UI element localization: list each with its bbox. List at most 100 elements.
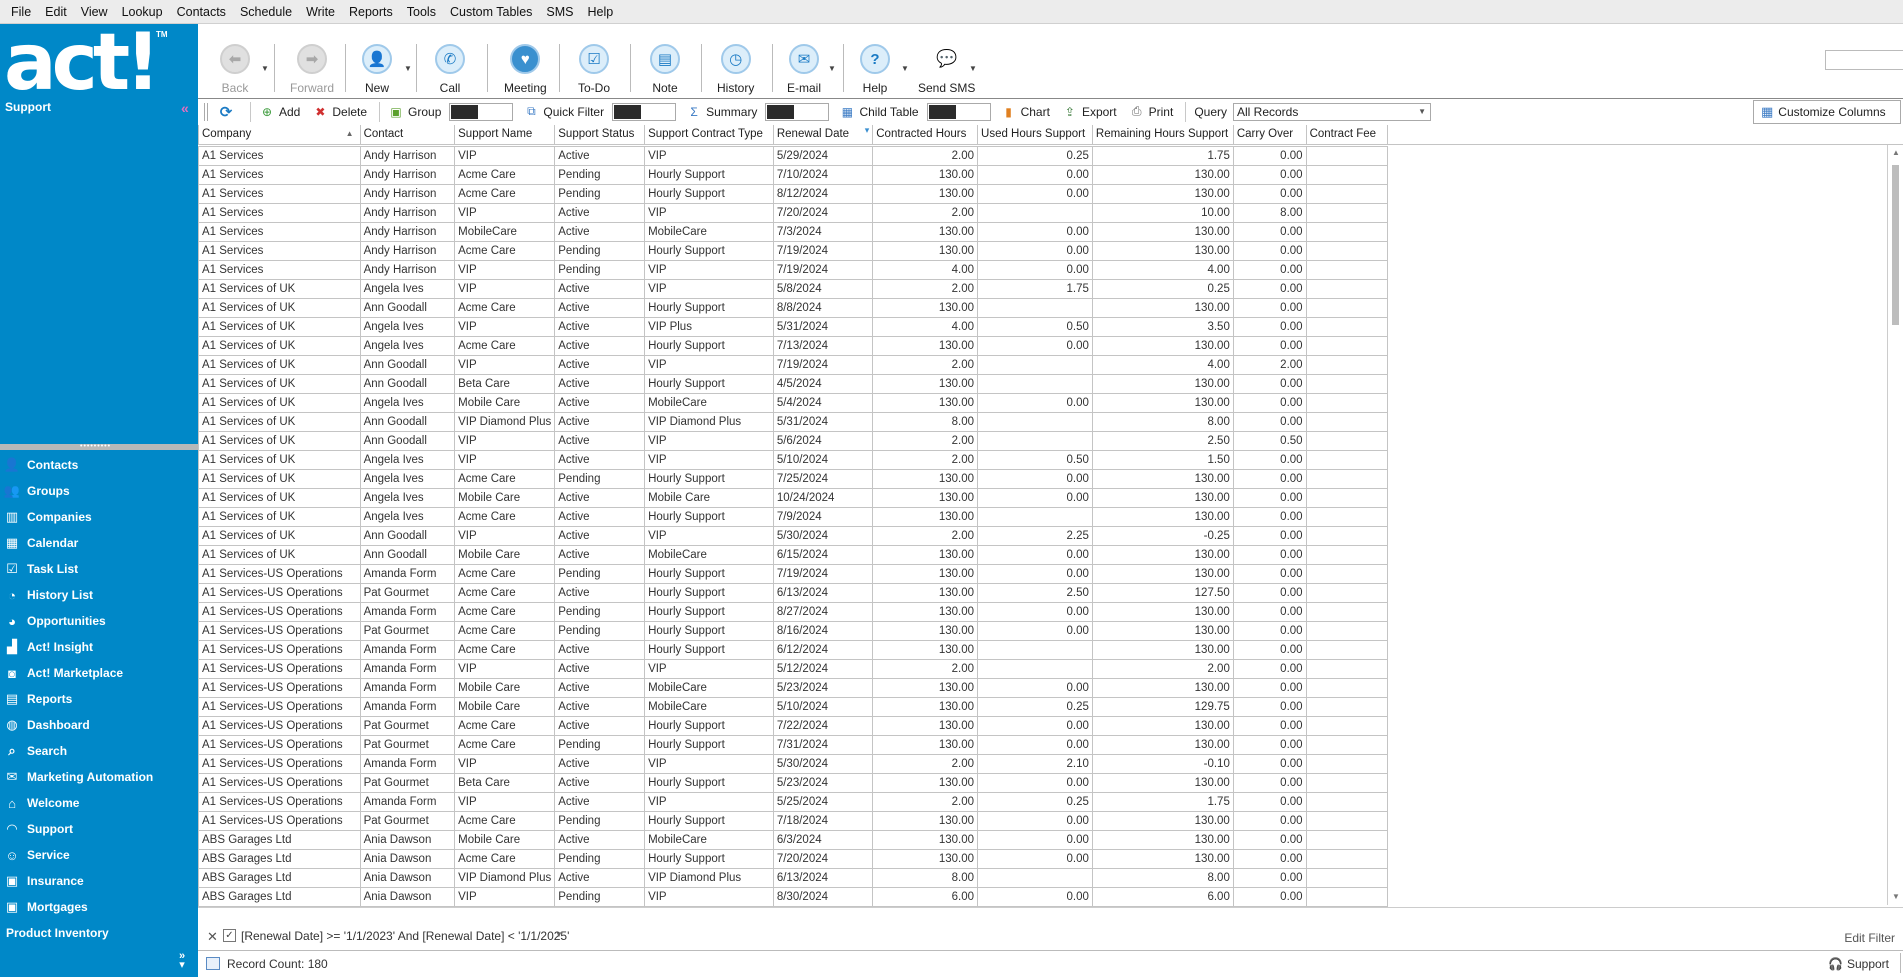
cell-contact[interactable]: Ann Goodall xyxy=(359,544,456,565)
cell-used-hours-support[interactable]: 0.00 xyxy=(977,183,1093,204)
cell-contracted-hours[interactable]: 130.00 xyxy=(872,601,979,622)
table-row[interactable]: A1 Services Andy Harrison Acme Care Pending… xyxy=(198,240,1903,261)
cell-support-contract-type[interactable]: VIP xyxy=(644,791,774,812)
cell-used-hours-support[interactable]: 0.00 xyxy=(977,240,1093,261)
cell-remaining-hours-support[interactable]: 4.00 xyxy=(1091,354,1234,375)
cell-used-hours-support[interactable] xyxy=(977,373,1093,394)
cell-contracted-hours[interactable]: 2.00 xyxy=(872,145,979,166)
cell-contract-fee[interactable] xyxy=(1305,753,1389,774)
cell-contracted-hours[interactable]: 130.00 xyxy=(872,240,979,261)
cell-support-name[interactable]: VIP xyxy=(454,753,556,774)
cell-contracted-hours[interactable]: 2.00 xyxy=(872,430,979,451)
cell-support-status[interactable]: Active xyxy=(554,278,646,299)
cell-support-contract-type[interactable]: Hourly Support xyxy=(644,506,774,527)
cell-contact[interactable]: Amanda Form xyxy=(359,791,456,812)
cell-remaining-hours-support[interactable]: 130.00 xyxy=(1091,810,1234,831)
cell-contract-fee[interactable] xyxy=(1305,696,1389,717)
cell-remaining-hours-support[interactable]: 130.00 xyxy=(1091,297,1234,318)
cell-remaining-hours-support[interactable]: 130.00 xyxy=(1091,734,1234,755)
cell-remaining-hours-support[interactable]: 130.00 xyxy=(1091,335,1234,356)
cell-contact[interactable]: Angela Ives xyxy=(359,506,456,527)
sidebar-item-calendar[interactable]: ▦ Calendar xyxy=(0,530,198,556)
cell-renewal-date[interactable]: 5/29/2024 xyxy=(772,145,874,166)
column-header-contact[interactable]: Contact xyxy=(359,125,456,145)
cell-contract-fee[interactable] xyxy=(1305,525,1389,546)
cell-renewal-date[interactable]: 7/10/2024 xyxy=(772,164,874,185)
sidebar-item-welcome[interactable]: ⌂ Welcome xyxy=(0,790,198,816)
cell-used-hours-support[interactable]: 0.00 xyxy=(977,544,1093,565)
cell-carry-over[interactable]: 0.50 xyxy=(1232,430,1307,451)
table-row[interactable]: A1 Services-US Operations Pat Gourmet Acme… xyxy=(198,715,1903,736)
cell-contracted-hours[interactable]: 2.00 xyxy=(872,658,979,679)
table-row[interactable]: A1 Services-US Operations Amanda Form VIP A… xyxy=(198,753,1903,774)
cell-remaining-hours-support[interactable]: 130.00 xyxy=(1091,620,1234,641)
cell-carry-over[interactable]: 0.00 xyxy=(1232,734,1307,755)
cell-carry-over[interactable]: 0.00 xyxy=(1232,316,1307,337)
cell-used-hours-support[interactable] xyxy=(977,658,1093,679)
cell-contact[interactable]: Pat Gourmet xyxy=(359,734,456,755)
cell-used-hours-support[interactable]: 0.50 xyxy=(977,316,1093,337)
cell-contact[interactable]: Amanda Form xyxy=(359,658,456,679)
cell-support-name[interactable]: VIP xyxy=(454,354,556,375)
cell-support-contract-type[interactable]: Hourly Support xyxy=(644,620,774,641)
table-row[interactable]: A1 Services-US Operations Pat Gourmet Acme… xyxy=(198,734,1903,755)
group-button[interactable]: ▣ Group xyxy=(388,101,441,123)
email-dropdown-icon[interactable]: ▼ xyxy=(828,64,836,73)
cell-contracted-hours[interactable]: 130.00 xyxy=(872,639,979,660)
cell-support-status[interactable]: Active xyxy=(554,715,646,736)
table-row[interactable]: A1 Services Andy Harrison VIP Active VIP 5/29… xyxy=(198,145,1903,166)
cell-support-contract-type[interactable]: Hourly Support xyxy=(644,183,774,204)
delete-button[interactable]: ✖ Delete xyxy=(312,101,367,123)
table-row[interactable]: A1 Services Andy Harrison MobileCare Active… xyxy=(198,221,1903,242)
cell-support-status[interactable]: Active xyxy=(554,297,646,318)
cell-remaining-hours-support[interactable]: 130.00 xyxy=(1091,392,1234,413)
cell-company[interactable]: A1 Services-US Operations xyxy=(198,677,361,698)
cell-remaining-hours-support[interactable]: 130.00 xyxy=(1091,829,1234,850)
cell-company[interactable]: A1 Services-US Operations xyxy=(198,734,361,755)
sidebar-splitter[interactable]: ••••••••• xyxy=(0,443,198,450)
cell-support-name[interactable]: VIP xyxy=(454,525,556,546)
add-button[interactable]: ⊕ Add xyxy=(259,101,300,123)
table-row[interactable]: A1 Services-US Operations Amanda Form VIP A… xyxy=(198,791,1903,812)
cell-support-contract-type[interactable]: Hourly Support xyxy=(644,164,774,185)
cell-carry-over[interactable]: 0.00 xyxy=(1232,772,1307,793)
cell-renewal-date[interactable]: 6/13/2024 xyxy=(772,582,874,603)
cell-support-contract-type[interactable]: VIP Plus xyxy=(644,316,774,337)
cell-support-status[interactable]: Active xyxy=(554,145,646,166)
cell-support-contract-type[interactable]: Hourly Support xyxy=(644,468,774,489)
cell-renewal-date[interactable]: 5/12/2024 xyxy=(772,658,874,679)
cell-support-name[interactable]: Acme Care xyxy=(454,639,556,660)
cell-used-hours-support[interactable]: 0.00 xyxy=(977,677,1093,698)
cell-carry-over[interactable]: 0.00 xyxy=(1232,582,1307,603)
child-table-button[interactable]: ▦ Child Table xyxy=(839,101,919,123)
sidebar-item-search[interactable]: ⌕ Search xyxy=(0,738,198,764)
sidebar-item-dashboard[interactable]: ◍ Dashboard xyxy=(0,712,198,738)
cell-carry-over[interactable]: 0.00 xyxy=(1232,791,1307,812)
cell-contract-fee[interactable] xyxy=(1305,392,1389,413)
cell-contract-fee[interactable] xyxy=(1305,601,1389,622)
cell-used-hours-support[interactable]: 0.00 xyxy=(977,715,1093,736)
cell-support-status[interactable]: Active xyxy=(554,202,646,223)
cell-used-hours-support[interactable]: 0.00 xyxy=(977,259,1093,280)
cell-renewal-date[interactable]: 7/18/2024 xyxy=(772,810,874,831)
note-button[interactable]: ▤ Note xyxy=(650,44,680,96)
cell-used-hours-support[interactable]: 0.25 xyxy=(977,696,1093,717)
cell-contact[interactable]: Andy Harrison xyxy=(359,164,456,185)
cell-used-hours-support[interactable] xyxy=(977,639,1093,660)
filter-history-dropdown-icon[interactable]: ▼ xyxy=(555,930,563,939)
export-button[interactable]: ⇪ Export xyxy=(1062,101,1117,123)
cell-used-hours-support[interactable]: 0.00 xyxy=(977,886,1093,907)
cell-carry-over[interactable]: 0.00 xyxy=(1232,544,1307,565)
table-row[interactable]: A1 Services of UK Ann Goodall VIP Active VIP… xyxy=(198,430,1903,451)
lookup-search-input[interactable] xyxy=(1825,50,1903,70)
cell-renewal-date[interactable]: 5/8/2024 xyxy=(772,278,874,299)
cell-used-hours-support[interactable]: 0.00 xyxy=(977,848,1093,869)
table-row[interactable]: A1 Services-US Operations Amanda Form Acme… xyxy=(198,563,1903,584)
cell-contracted-hours[interactable]: 130.00 xyxy=(872,563,979,584)
cell-support-name[interactable]: Acme Care xyxy=(454,715,556,736)
cell-support-name[interactable]: Acme Care xyxy=(454,297,556,318)
cell-support-contract-type[interactable]: VIP xyxy=(644,525,774,546)
cell-contact[interactable]: Andy Harrison xyxy=(359,183,456,204)
cell-support-contract-type[interactable]: Hourly Support xyxy=(644,582,774,603)
cell-company[interactable]: A1 Services-US Operations xyxy=(198,601,361,622)
